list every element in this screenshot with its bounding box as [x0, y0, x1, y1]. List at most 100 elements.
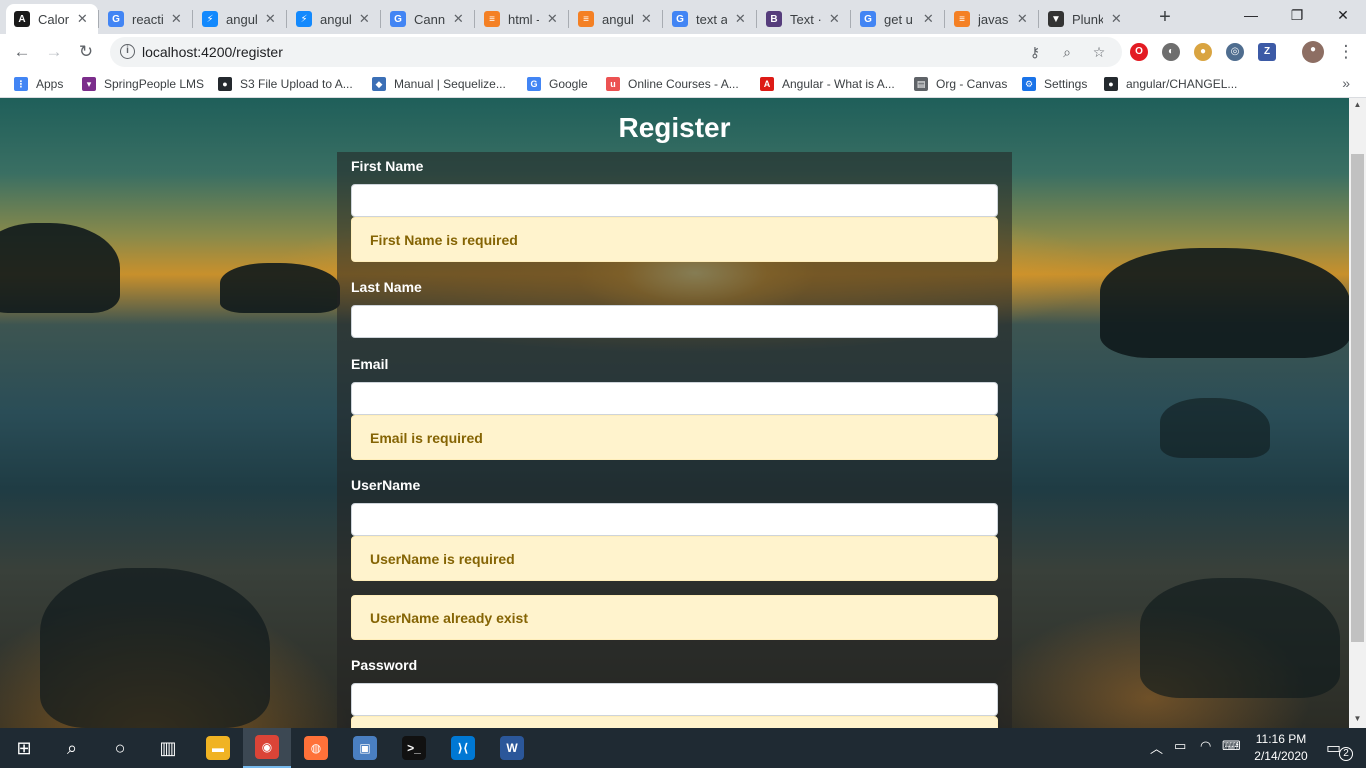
remote-desktop-taskbar-button[interactable]: ▣: [341, 728, 389, 768]
tab-close-icon[interactable]: ✕: [169, 11, 184, 27]
page-scrollbar[interactable]: ▲ ▼: [1349, 98, 1366, 728]
email-label: Email: [351, 356, 389, 372]
cortana-icon[interactable]: ○: [96, 728, 144, 768]
tray-chevron-icon[interactable]: ︿: [1150, 738, 1163, 757]
key-icon[interactable]: ⚷: [1026, 43, 1044, 61]
scroll-down-icon[interactable]: ▼: [1349, 714, 1366, 726]
tab-close-icon[interactable]: ✕: [545, 11, 560, 27]
tab-separator: [944, 10, 945, 28]
browser-tab[interactable]: ⚡ angul ✕: [288, 4, 380, 34]
chrome-taskbar-button[interactable]: ◉: [243, 728, 291, 768]
keyboard-icon[interactable]: ⌨: [1222, 738, 1241, 754]
browser-tab[interactable]: ≡ javasc ✕: [946, 4, 1038, 34]
bookmark-item[interactable]: u Online Courses - A...: [606, 76, 739, 92]
email-input[interactable]: [351, 382, 998, 415]
reload-icon[interactable]: ↻: [74, 40, 98, 64]
tab-separator: [850, 10, 851, 28]
bookmark-item[interactable]: A Angular - What is A...: [760, 76, 895, 92]
browser-tab[interactable]: ▼ Plunk ✕: [1040, 4, 1132, 34]
firefox-taskbar-button[interactable]: ◍: [292, 728, 340, 768]
tab-separator: [286, 10, 287, 28]
tab-title: Text ·: [790, 11, 821, 27]
extension-eye-icon[interactable]: ◎: [1226, 43, 1244, 61]
opera-extension-icon[interactable]: O: [1130, 43, 1148, 61]
tab-close-icon[interactable]: ✕: [75, 11, 90, 27]
wifi-icon[interactable]: ◠: [1200, 738, 1211, 754]
tab-separator: [192, 10, 193, 28]
word-taskbar-button[interactable]: W: [488, 728, 536, 768]
tab-close-icon[interactable]: ✕: [733, 11, 748, 27]
bookmark-item[interactable]: ● S3 File Upload to A...: [218, 76, 353, 92]
system-clock[interactable]: 11:16 PM 2/14/2020: [1248, 731, 1314, 765]
bookmark-label: Angular - What is A...: [782, 77, 895, 91]
bookmark-item[interactable]: ⋮ Apps: [14, 76, 63, 92]
tab-close-icon[interactable]: ✕: [357, 11, 372, 27]
scroll-up-icon[interactable]: ▲: [1349, 100, 1366, 112]
cookie-extension-icon[interactable]: ●: [1194, 43, 1212, 61]
tab-separator: [568, 10, 569, 28]
bookmark-label: Org - Canvas: [936, 77, 1008, 91]
bookmark-item[interactable]: ● angular/CHANGEL...: [1104, 76, 1237, 92]
first-name-input[interactable]: [351, 184, 998, 217]
terminal-taskbar-button[interactable]: >_: [390, 728, 438, 768]
zoom-icon[interactable]: ⌕: [1058, 43, 1076, 61]
maximize-button[interactable]: ❐: [1274, 4, 1320, 28]
bookmark-label: Apps: [36, 77, 64, 91]
bookmark-star-icon[interactable]: ☆: [1090, 43, 1108, 61]
bookmarks-overflow-button[interactable]: »: [1342, 75, 1350, 91]
bookmark-label: Settings: [1044, 77, 1088, 91]
bookmark-item[interactable]: ⚙ Settings: [1022, 76, 1087, 92]
gear-icon: ⚙: [1022, 77, 1036, 91]
minimize-button[interactable]: —: [1228, 4, 1274, 28]
browser-tab[interactable]: ≡ html - ✕: [476, 4, 568, 34]
browser-tab[interactable]: G Canno ✕: [382, 4, 474, 34]
scroll-thumb[interactable]: [1351, 154, 1364, 642]
tab-close-icon[interactable]: ✕: [451, 11, 466, 27]
profile-avatar[interactable]: ●: [1302, 41, 1324, 63]
tab-title: javasc: [978, 11, 1009, 27]
bookmark-item[interactable]: ◆ Manual | Sequelize...: [372, 76, 506, 92]
terminal-icon: >_: [402, 736, 426, 760]
close-window-button[interactable]: ✕: [1320, 4, 1366, 28]
tab-close-icon[interactable]: ✕: [1015, 11, 1030, 27]
new-tab-button[interactable]: +: [1154, 6, 1176, 28]
tab-close-icon[interactable]: ✕: [1109, 11, 1124, 27]
password-input[interactable]: [351, 683, 998, 716]
google-icon: G: [390, 11, 406, 27]
username-input[interactable]: [351, 503, 998, 536]
bookmark-item[interactable]: ▤ Org - Canvas: [914, 76, 1007, 92]
tab-close-icon[interactable]: ✕: [827, 11, 842, 27]
tab-close-icon[interactable]: ✕: [921, 11, 936, 27]
search-icon[interactable]: ⌕: [48, 728, 96, 768]
address-bar[interactable]: i localhost:4200/register ⚷ ⌕ ☆: [110, 37, 1122, 67]
task-view-icon[interactable]: ▥: [144, 728, 192, 768]
browser-tab[interactable]: B Text · ✕: [758, 4, 850, 34]
url-text[interactable]: localhost:4200/register: [142, 44, 283, 60]
bootstrap-icon: B: [766, 11, 782, 27]
forward-icon[interactable]: →: [42, 40, 66, 64]
browser-tab[interactable]: Gget u ✕: [852, 4, 944, 34]
battery-icon[interactable]: ▭: [1174, 738, 1186, 754]
bookmark-item[interactable]: G Google: [527, 76, 588, 92]
site-info-icon[interactable]: i: [120, 44, 135, 59]
browser-tab[interactable]: Greacti ✕: [100, 4, 192, 34]
first-name-label: First Name: [351, 158, 424, 174]
sequelize-icon: ◆: [372, 77, 386, 91]
last-name-input[interactable]: [351, 305, 998, 338]
extension-circle-icon[interactable]: ◐: [1162, 43, 1180, 61]
browser-tab[interactable]: ⚡ angul ✕: [194, 4, 286, 34]
background-rock: [1140, 578, 1340, 698]
windows-start-icon[interactable]: ⊞: [0, 728, 48, 768]
browser-tab[interactable]: A Calori ✕: [6, 4, 98, 34]
tab-close-icon[interactable]: ✕: [263, 11, 278, 27]
tab-close-icon[interactable]: ✕: [639, 11, 654, 27]
file-explorer-taskbar-button[interactable]: ▬: [194, 728, 242, 768]
zotero-extension-icon[interactable]: Z: [1258, 43, 1276, 61]
tab-title: reacti: [132, 11, 163, 27]
vscode-taskbar-button[interactable]: ⟩⟨: [439, 728, 487, 768]
bookmark-item[interactable]: ▾ SpringPeople LMS: [82, 76, 204, 92]
menu-icon[interactable]: ⋮: [1334, 40, 1358, 64]
back-icon[interactable]: ←: [10, 40, 34, 64]
browser-tab[interactable]: Gtext a ✕: [664, 4, 756, 34]
browser-tab[interactable]: ≡ angul ✕: [570, 4, 662, 34]
